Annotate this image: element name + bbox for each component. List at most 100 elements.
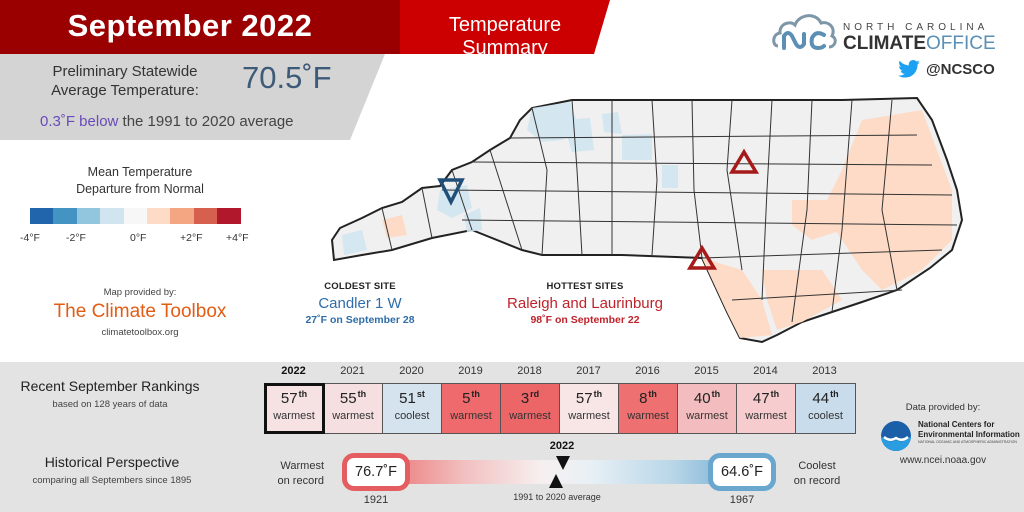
ranking-cell: 57th warmest	[264, 383, 325, 434]
ncei-name-line1: National Centers for	[918, 420, 995, 429]
legend-tick: -4°F	[20, 232, 40, 244]
ranking-value: 47	[752, 390, 770, 407]
ranking-value: 57	[575, 390, 593, 407]
warmest-label-line1: Warmest	[280, 460, 324, 472]
map-credit-name: The Climate Toolbox	[53, 301, 227, 322]
average-label-line1: Preliminary Statewide	[52, 63, 198, 80]
hottest-site-info: HOTTEST SITES Raleigh and Laurinburg 98˚…	[480, 281, 690, 326]
ranking-number: 40th	[678, 389, 736, 407]
map-credit-url[interactable]: climatetoolbox.org	[40, 327, 240, 338]
ranking-cell: 51st coolest	[383, 384, 442, 433]
ranking-year: 2014	[753, 365, 778, 377]
ranking-suffix: th	[830, 389, 839, 399]
ranking-cell: 3rd warmest	[501, 384, 560, 433]
ranking-cell: 5th warmest	[442, 384, 501, 433]
coldest-site-detail: 27˚F on September 28	[305, 314, 415, 326]
legend-color-swatch	[193, 208, 218, 224]
legend-color-swatch	[100, 208, 124, 224]
legend-ticks: -4°F -2°F 0°F +2°F +4°F	[12, 232, 262, 246]
logo-bottom-text: CLIMATEOFFICE	[843, 33, 996, 54]
ranking-suffix: th	[711, 389, 721, 399]
rankings-title: Recent September Rankings	[20, 378, 200, 394]
data-credit-url[interactable]: www.ncei.noaa.gov	[868, 455, 1018, 466]
ranking-year: 2022	[281, 365, 306, 377]
legend-color-swatch	[146, 208, 171, 224]
average-departure: 0.3˚F below the 1991 to 2020 average	[40, 113, 294, 130]
historical-subtitle: comparing all Septembers since 1895	[32, 475, 192, 486]
noaa-name: NATIONAL OCEANIC AND ATMOSPHERIC ADMINIS…	[918, 440, 1017, 444]
ranking-label: coolest	[808, 410, 843, 422]
noaa-logo-icon	[881, 421, 911, 451]
ranking-year: 2018	[517, 365, 542, 377]
ranking-suffix: th	[770, 389, 780, 399]
ranking-value: 44	[812, 390, 830, 407]
warmest-year: 1921	[363, 494, 389, 506]
current-year-label: 2022	[549, 440, 575, 452]
page-subtitle: Temperature Summary	[448, 14, 562, 59]
warmest-label: Warmest on record	[264, 459, 324, 489]
ranking-number: 55th	[324, 389, 382, 407]
ranking-year: 2017	[576, 365, 601, 377]
ranking-suffix: th	[471, 389, 480, 399]
ranking-label: warmest	[509, 410, 551, 422]
ranking-value: 8	[639, 390, 648, 407]
ranking-number: 51st	[383, 389, 441, 407]
twitter-handle[interactable]: @NCSCO	[898, 60, 995, 78]
twitter-bird-icon	[898, 60, 920, 78]
page-title: September 2022	[67, 8, 313, 43]
legend-tick: 0°F	[130, 232, 147, 244]
rankings-subtitle: based on 128 years of data	[52, 399, 168, 410]
logo-top-text: NORTH CAROLINA	[843, 22, 989, 33]
legend-title-line1: Mean Temperature	[87, 165, 193, 179]
ranking-label: warmest	[273, 410, 315, 422]
ncei-logo: National Centers for Environmental Infor…	[880, 418, 1020, 452]
coolest-label-line1: Coolest	[798, 460, 836, 472]
rankings-years: 2022 2021 2020 2019 2018 2017 2016 2015 2014 2013	[264, 365, 854, 377]
ranking-suffix: rd	[530, 389, 540, 399]
ranking-value: 40	[693, 390, 711, 407]
ranking-cell: 40th warmest	[678, 384, 737, 433]
twitter-name: @NCSCO	[926, 60, 995, 78]
ranking-value: 57	[280, 390, 298, 407]
ncei-name: National Centers for Environmental Infor…	[918, 420, 1020, 440]
map-credit: Map provided by: The Climate Toolbox cli…	[40, 287, 240, 338]
legend-color-swatch	[53, 208, 77, 224]
average-marker-label: 1991 to 2020 average	[513, 492, 601, 502]
departure-rest: the 1991 to 2020 average	[118, 113, 294, 130]
legend-title-line2: Departure from Normal	[76, 182, 204, 196]
legend-color-swatch	[30, 208, 54, 224]
logo-light: OFFICE	[926, 33, 996, 54]
historical-title: Historical Perspective	[44, 454, 180, 470]
legend-color-swatch	[123, 208, 147, 224]
ranking-year: 2015	[694, 365, 719, 377]
coolest-year: 1967	[729, 494, 755, 506]
current-year-marker-icon	[556, 456, 570, 470]
ranking-number: 57th	[560, 389, 618, 407]
ranking-suffix: th	[593, 389, 603, 399]
ranking-label: warmest	[450, 410, 492, 422]
infographic: September 2022 Temperature Summary Preli…	[0, 0, 1024, 512]
coldest-site-name: Candler 1 W	[318, 295, 402, 312]
legend-tick: +4°F	[226, 232, 249, 244]
ranking-year: 2020	[399, 365, 424, 377]
average-marker-icon	[549, 474, 563, 488]
legend-color-swatch	[217, 208, 241, 224]
ranking-suffix: st	[416, 389, 425, 399]
rankings-table: 57th warmest 55th warmest 51st coolest 5th warm…	[264, 383, 856, 434]
hottest-site-detail: 98˚F on September 22	[530, 314, 640, 326]
ranking-number: 5th	[442, 389, 500, 407]
ranking-label: warmest	[627, 410, 669, 422]
coolest-label: Coolest on record	[787, 459, 847, 489]
legend-tick: -2°F	[66, 232, 86, 244]
ranking-label: warmest	[568, 410, 610, 422]
hottest-site-name: Raleigh and Laurinburg	[507, 295, 663, 312]
average-label-line2: Average Temperature:	[51, 82, 199, 99]
warmest-label-line2: on record	[277, 475, 324, 487]
data-credit-label: Data provided by:	[905, 402, 981, 413]
legend-title: Mean Temperature Departure from Normal	[40, 164, 240, 198]
ranking-value: 55	[339, 390, 357, 407]
ranking-cell: 57th warmest	[560, 384, 619, 433]
cloud-nc-icon	[772, 14, 837, 51]
ranking-value: 3	[520, 390, 530, 407]
average-value: 70.5˚F	[242, 60, 332, 95]
